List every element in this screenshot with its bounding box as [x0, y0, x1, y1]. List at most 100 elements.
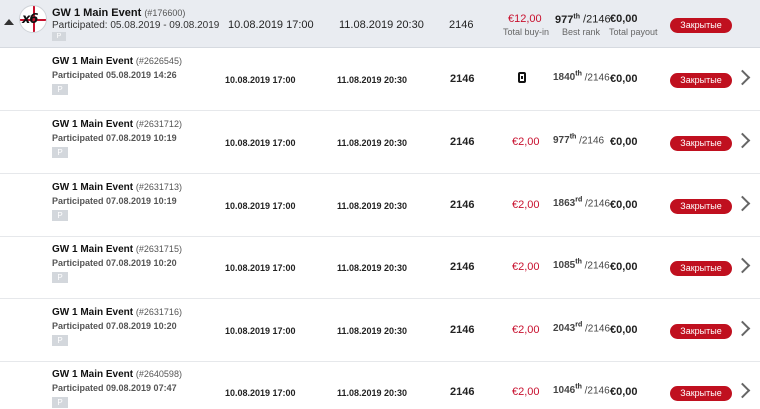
row-start-time: 10.08.2019 17:00 — [225, 326, 296, 336]
row-rank-suffix: th — [569, 134, 577, 141]
group-status-button[interactable]: Закрытые — [670, 18, 732, 33]
group-buyin: €12,00 — [508, 13, 542, 25]
group-participated: Participated: 05.08.2019 - 09.08.2019 — [52, 20, 220, 31]
row-players: 2146 — [450, 324, 475, 336]
group-id: (#176600) — [144, 8, 186, 18]
chevron-right-icon[interactable] — [734, 382, 751, 399]
group-rank-value: 977 — [555, 13, 574, 26]
table-row[interactable]: GW 1 Main Event (#2631713) Participated … — [0, 175, 760, 237]
row-rank: 1840th /2146 — [553, 71, 610, 83]
group-start-time: 10.08.2019 17:00 — [228, 19, 314, 31]
row-title-text: GW 1 Main Event — [52, 307, 134, 318]
row-rank: 1863rd /2146 — [553, 197, 610, 209]
chevron-right-icon[interactable] — [734, 69, 751, 86]
row-rank-value: 977 — [553, 135, 570, 147]
row-status-button[interactable]: Закрытые — [670, 136, 732, 151]
row-rank-value: 1046 — [553, 385, 576, 397]
row-id: (#2626545) — [135, 56, 182, 66]
group-rank-total: /2146 — [583, 13, 611, 26]
row-status-button[interactable]: Закрытые — [670, 261, 732, 276]
row-payout: €0,00 — [610, 73, 638, 85]
row-payout: €0,00 — [610, 199, 638, 211]
row-participated: Participated 07.08.2019 10:19 — [52, 196, 177, 206]
row-id: (#2640598) — [135, 369, 182, 379]
chevron-right-icon[interactable] — [734, 320, 751, 337]
row-id: (#2631716) — [135, 307, 182, 317]
row-end-time: 11.08.2019 20:30 — [337, 75, 408, 85]
row-title-text: GW 1 Main Event — [52, 56, 134, 67]
collapse-caret-icon[interactable] — [4, 19, 14, 25]
table-row[interactable]: GW 1 Main Event (#2626545) Participated … — [0, 49, 760, 111]
table-row[interactable]: GW 1 Main Event (#2631716) Participated … — [0, 300, 760, 362]
group-header: x6 GW 1 Main Event (#176600) Participate… — [0, 0, 760, 48]
group-buyin-label: Total buy-in — [503, 27, 550, 37]
row-id: (#2631715) — [135, 244, 182, 254]
row-start-time: 10.08.2019 17:00 — [225, 201, 296, 211]
row-rank: 1085th /2146 — [553, 259, 610, 271]
row-rank-value: 1863 — [553, 198, 576, 210]
table-row[interactable]: GW 1 Main Event (#2640598) Participated … — [0, 362, 760, 409]
row-rank-suffix: th — [575, 384, 582, 391]
row-status-button[interactable]: Закрытые — [670, 324, 732, 339]
row-rank-total: /2146 — [584, 260, 610, 272]
row-rank-value: 2043 — [553, 323, 576, 335]
row-rank-total: /2146 — [579, 135, 605, 147]
chevron-right-icon[interactable] — [734, 257, 751, 274]
row-title-text: GW 1 Main Event — [52, 369, 134, 380]
row-rank-total: /2146 — [585, 198, 611, 210]
row-buyin: €2,00 — [512, 261, 540, 273]
row-tag: P — [52, 335, 68, 346]
row-start-time: 10.08.2019 17:00 — [225, 75, 296, 85]
row-tag: P — [52, 397, 68, 408]
row-participated: Participated 07.08.2019 10:20 — [52, 321, 177, 331]
row-participated: Participated 09.08.2019 07:47 — [52, 383, 177, 393]
group-rank-label: Best rank — [562, 27, 601, 37]
row-buyin: €2,00 — [512, 136, 540, 148]
row-participated: Participated 07.08.2019 10:20 — [52, 258, 177, 268]
row-rank-suffix: th — [575, 71, 582, 78]
row-end-time: 11.08.2019 20:30 — [337, 388, 408, 398]
row-rank: 1046th /2146 — [553, 384, 610, 396]
row-players: 2146 — [450, 199, 475, 211]
group-title: GW 1 Main Event (#176600) — [52, 7, 185, 19]
chevron-right-icon[interactable] — [734, 132, 751, 149]
row-id: (#2631712) — [135, 119, 182, 129]
row-rank: 2043rd /2146 — [553, 322, 610, 334]
row-rank-suffix: th — [575, 259, 582, 266]
row-rank-total: /2146 — [584, 385, 610, 397]
multiplier-label: x6 — [22, 12, 38, 27]
row-title-text: GW 1 Main Event — [52, 119, 134, 130]
row-end-time: 11.08.2019 20:30 — [337, 263, 408, 273]
row-buyin: €2,00 — [512, 324, 540, 336]
table-row[interactable]: GW 1 Main Event (#2631712) Participated … — [0, 112, 760, 174]
ticket-icon — [518, 72, 526, 83]
group-rank: 977th /2146 — [555, 13, 611, 26]
row-buyin: €2,00 — [512, 386, 540, 398]
row-title-text: GW 1 Main Event — [52, 244, 134, 255]
row-id: (#2631713) — [135, 182, 182, 192]
row-rank-total: /2146 — [585, 323, 611, 335]
group-title-text: GW 1 Main Event — [52, 7, 142, 19]
row-start-time: 10.08.2019 17:00 — [225, 388, 296, 398]
row-end-time: 11.08.2019 20:30 — [337, 326, 408, 336]
row-title: GW 1 Main Event (#2640598) — [52, 369, 182, 380]
group-players: 2146 — [449, 19, 474, 31]
row-tag: P — [52, 84, 68, 95]
row-status-button[interactable]: Закрытые — [670, 73, 732, 88]
row-participated: Participated 05.08.2019 14:26 — [52, 70, 177, 80]
row-rank-value: 1840 — [553, 72, 576, 84]
group-payout: €0,00 — [610, 13, 638, 25]
row-status-button[interactable]: Закрытые — [670, 199, 732, 214]
table-row[interactable]: GW 1 Main Event (#2631715) Participated … — [0, 237, 760, 299]
row-rank-total: /2146 — [584, 72, 610, 84]
row-players: 2146 — [450, 386, 475, 398]
row-players: 2146 — [450, 136, 475, 148]
row-payout: €0,00 — [610, 324, 638, 336]
row-title: GW 1 Main Event (#2631716) — [52, 307, 182, 318]
row-status-button[interactable]: Закрытые — [670, 386, 732, 401]
row-end-time: 11.08.2019 20:30 — [337, 201, 408, 211]
row-payout: €0,00 — [610, 386, 638, 398]
row-title-text: GW 1 Main Event — [52, 182, 134, 193]
chevron-right-icon[interactable] — [734, 195, 751, 212]
row-buyin: €2,00 — [512, 199, 540, 211]
